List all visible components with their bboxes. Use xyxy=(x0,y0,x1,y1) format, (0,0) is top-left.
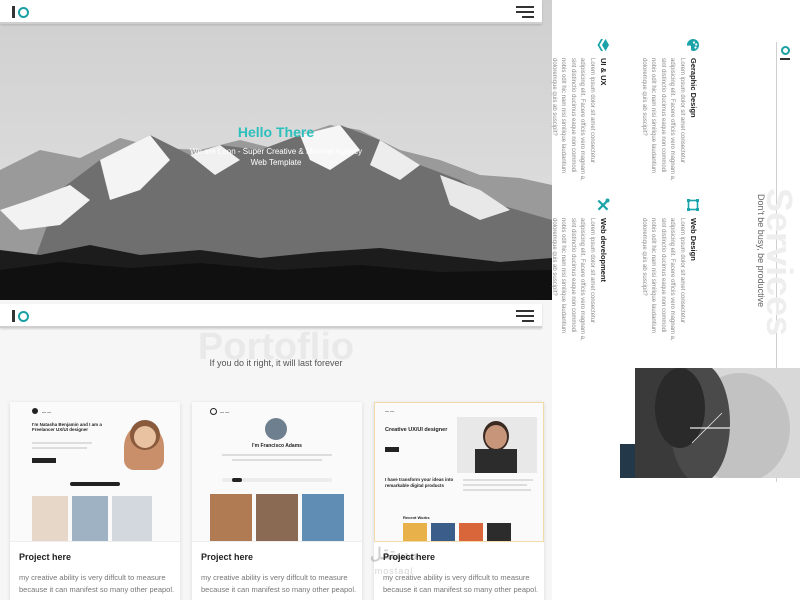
project-description: my creative ability is very diffcult to … xyxy=(19,573,175,594)
project-card[interactable]: — — I'm Natasha Benjamin and I am a Free… xyxy=(10,402,180,600)
portfolio-section: Portoflio If you do it right, it will la… xyxy=(0,300,552,600)
watermark-logo: مستقل mostaql xyxy=(370,546,418,576)
services-section: Services Don't be busy, be productive Ge… xyxy=(551,0,800,482)
service-title: Web development xyxy=(599,218,608,283)
service-text: Lorem ipsum dolor sit amet consectetur a… xyxy=(641,58,685,181)
preview-heading: I'm Natasha Benjamin and I am a Freelanc… xyxy=(32,422,102,432)
project-description: my creative ability is very diffcult to … xyxy=(201,573,357,594)
project-thumbnail[interactable]: — — I'm Natasha Benjamin and I am a Free… xyxy=(10,402,180,542)
menu-icon[interactable] xyxy=(516,6,534,18)
service-text: Lorem ipsum dolor sit amet consectetur a… xyxy=(641,218,685,341)
tree-photo xyxy=(635,368,800,478)
hero-subtitle: We are Leon - Super Creative & Minimal A… xyxy=(190,147,362,167)
preview-heading: I'm Francisco Adams xyxy=(252,443,302,449)
brand-logo[interactable] xyxy=(12,4,29,20)
service-title: Geraphic Design xyxy=(689,58,698,118)
layers-icon xyxy=(597,39,609,51)
top-navbar xyxy=(0,0,542,24)
services-tagline: Don't be busy, be productive xyxy=(756,194,766,308)
menu-icon[interactable] xyxy=(516,310,534,322)
palette-icon xyxy=(687,39,699,51)
preview-section-title: Recent Works xyxy=(403,515,430,520)
service-text: Lorem ipsum dolor sit amet consectetur a… xyxy=(551,218,595,341)
project-thumbnail[interactable]: — — Creative UX/UI designer I have trans… xyxy=(374,402,544,542)
hero-section: Hello There We are Leon - Super Creative… xyxy=(0,0,552,300)
service-title: Web Design xyxy=(689,218,698,261)
project-thumbnail[interactable]: — — I'm Francisco Adams xyxy=(192,402,362,542)
service-text: Lorem ipsum dolor sit amet consectetur a… xyxy=(551,58,595,181)
hero-title: Hello There xyxy=(237,124,315,140)
service-title: UI & UX xyxy=(599,58,608,86)
preview-subheading: I have transform your ideas into remarka… xyxy=(385,477,454,488)
project-card[interactable]: — — I'm Francisco Adams Project here my … xyxy=(192,402,362,600)
square-icon xyxy=(687,199,699,211)
preview-heading: Creative UX/UI designer xyxy=(385,427,448,433)
brand-logo[interactable] xyxy=(781,46,790,55)
project-title: Project here xyxy=(19,552,72,562)
tools-icon xyxy=(597,198,610,211)
project-title: Project here xyxy=(201,552,254,562)
brand-logo[interactable] xyxy=(12,308,29,324)
portfolio-subtitle: If you do it right, it will last forever xyxy=(209,358,343,368)
portfolio-navbar xyxy=(0,304,542,328)
